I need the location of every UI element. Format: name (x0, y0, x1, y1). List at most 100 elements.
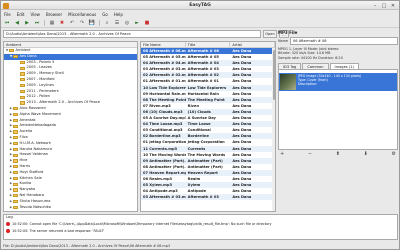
menu-miscellaneous[interactable]: Miscellaneous (68, 12, 96, 17)
scan-icon[interactable]: ▦ (48, 19, 56, 26)
log-line: 10:52:00: Cannot open file 'C:\Users\..\… (6, 222, 272, 226)
folder-icon (13, 130, 18, 134)
tree-node-label: Tesudo Natsuhiko (19, 204, 51, 209)
toolbar-separator (99, 19, 100, 26)
image-list: JPEG image (30x140 - 140 x 134 pixels) T… (278, 69, 398, 150)
folder-tree: Ambient ▼ Ambient ▼ Aes Dana 2003 - Polaris … (3, 41, 138, 212)
folder-icon (20, 89, 25, 94)
easytag-window: EasyTAG – □ ✕ File Edit View Browser Mis… (0, 0, 400, 250)
folder-icon (13, 136, 18, 140)
file-panel-title: MP3 File (278, 30, 298, 35)
tab-common[interactable]: Common (302, 62, 329, 69)
save-icon[interactable]: 💾 (88, 19, 96, 26)
folder-icon (20, 66, 25, 70)
go-last-icon[interactable]: ⏭ (33, 19, 41, 26)
add-image-icon[interactable]: + (280, 151, 284, 157)
image-buttons: + − ⬆ ⬇ ⚙ (278, 150, 398, 158)
folder-icon (20, 84, 25, 88)
tab-images[interactable]: Images (1) (329, 62, 359, 69)
column-artist[interactable]: Artist (230, 42, 275, 47)
path-field[interactable]: D:\Audio\Ambient\Aes Dana\2013 - Afterma… (3, 30, 261, 38)
folder-icon (13, 107, 18, 111)
folder-icon (13, 188, 18, 192)
folder-icon (13, 171, 18, 175)
folder-icon (13, 147, 18, 152)
menu-help[interactable]: Help (114, 12, 123, 17)
image-properties-icon[interactable]: ⚙ (392, 151, 396, 157)
folder-icon (13, 194, 18, 198)
open-button[interactable]: Open (263, 30, 277, 38)
folder-icon (13, 113, 18, 117)
folder-icon (13, 55, 18, 59)
menu-file[interactable]: File (4, 12, 11, 17)
folder-icon (13, 142, 18, 146)
cell-artist: Aes Dana (232, 195, 252, 200)
error-icon (6, 229, 10, 233)
folder-icon (13, 182, 18, 186)
folder-icon (20, 78, 25, 82)
save-image-icon[interactable]: ⬆ (336, 151, 340, 157)
cddb-icon[interactable]: ◎ (123, 19, 131, 26)
folder-icon (9, 49, 14, 53)
close-icon[interactable]: ✕ (390, 3, 396, 9)
load-image-icon[interactable]: ⬇ (364, 151, 368, 157)
menu-bar: File Edit View Browser Miscellaneous Go … (1, 10, 399, 18)
toolbar: ⏮ ◀ ▶ ⏭ ▦ ✖ ↶ ↷ 💾 ⌕ ☰ ◎ ► ■ (1, 18, 399, 28)
tab-id3[interactable]: ID3 Tag (278, 62, 302, 69)
error-icon (6, 222, 10, 226)
window-title: EasyTAG (189, 2, 211, 8)
tree-node[interactable]: ▶ Tesudo Natsuhiko (4, 205, 137, 211)
image-description: Description: (298, 81, 318, 86)
folder-icon (20, 101, 25, 105)
play-icon[interactable]: ► (133, 19, 141, 26)
folder-icon (20, 60, 25, 65)
log-panel: Log 10:52:00: Cannot open file 'C:\Users… (3, 214, 398, 240)
folder-icon (13, 205, 18, 209)
remove-tags-icon[interactable]: ✖ (58, 19, 66, 26)
name-label: Name (278, 38, 289, 43)
column-title[interactable]: Title (186, 42, 231, 47)
folder-icon (13, 118, 18, 123)
file-row[interactable]: 03 Aftermath # 03.mp3Aftermath # 03 Aes D… (141, 194, 275, 201)
folder-icon (13, 124, 18, 128)
folder-icon (13, 159, 18, 163)
log-line: 10:52:00: The server returned a bad resp… (6, 229, 104, 233)
go-previous-icon[interactable]: ◀ (13, 19, 21, 26)
cover-thumbnail (280, 73, 296, 90)
tag-tabs: ID3 Tag Common Images (1) (278, 62, 398, 70)
toolbar-separator (44, 19, 45, 26)
folder-icon (13, 200, 18, 204)
filename-field[interactable]: 06 Aftermath # 06 (290, 37, 398, 45)
folder-icon (20, 95, 25, 99)
menu-view[interactable]: View (30, 12, 40, 17)
menu-edit[interactable]: Edit (17, 12, 25, 17)
file-list-scrollbar[interactable] (272, 48, 275, 211)
undo-icon[interactable]: ↶ (68, 19, 76, 26)
cell-filename: 03 Aftermath # 03.mp3 (143, 195, 186, 200)
folder-icon (20, 72, 25, 76)
tag-panel: MP3 File Name 06 Aftermath # 06 MPEG 1, … (278, 30, 398, 212)
maximize-icon[interactable]: □ (381, 3, 387, 9)
cell-title: Aftermath # 03 (187, 195, 219, 200)
log-text: 10:52:00: Cannot open file 'C:\Users\..\… (12, 222, 272, 226)
redo-icon[interactable]: ↷ (78, 19, 86, 26)
go-next-icon[interactable]: ▶ (23, 19, 31, 26)
status-bar: File: D:\Audio\Ambient\Aes Dana\2013 - A… (3, 244, 171, 248)
menu-browser[interactable]: Browser (46, 12, 62, 17)
path-row: D:\Audio\Ambient\Aes Dana\2013 - Afterma… (3, 30, 289, 39)
log-label: Log (6, 214, 13, 219)
folder-icon (13, 176, 18, 181)
stop-icon[interactable]: ■ (143, 19, 151, 26)
image-list-item[interactable]: JPEG image (30x140 - 140 x 134 pixels) T… (279, 72, 397, 91)
column-filename[interactable]: File Name (141, 42, 186, 47)
log-text: 10:52:00: The server returned a bad resp… (12, 229, 105, 233)
folder-icon (13, 165, 18, 169)
playlist-icon[interactable]: ☰ (113, 19, 121, 26)
file-info-line: Sample rate: 44100 Hz Duration: 6:20 (278, 55, 343, 60)
search-icon[interactable]: ⌕ (103, 19, 111, 26)
remove-image-icon[interactable]: − (308, 151, 312, 157)
menu-go[interactable]: Go (102, 12, 108, 17)
go-first-icon[interactable]: ⏮ (3, 19, 11, 26)
folder-icon (13, 153, 18, 157)
minimize-icon[interactable]: – (372, 3, 378, 9)
